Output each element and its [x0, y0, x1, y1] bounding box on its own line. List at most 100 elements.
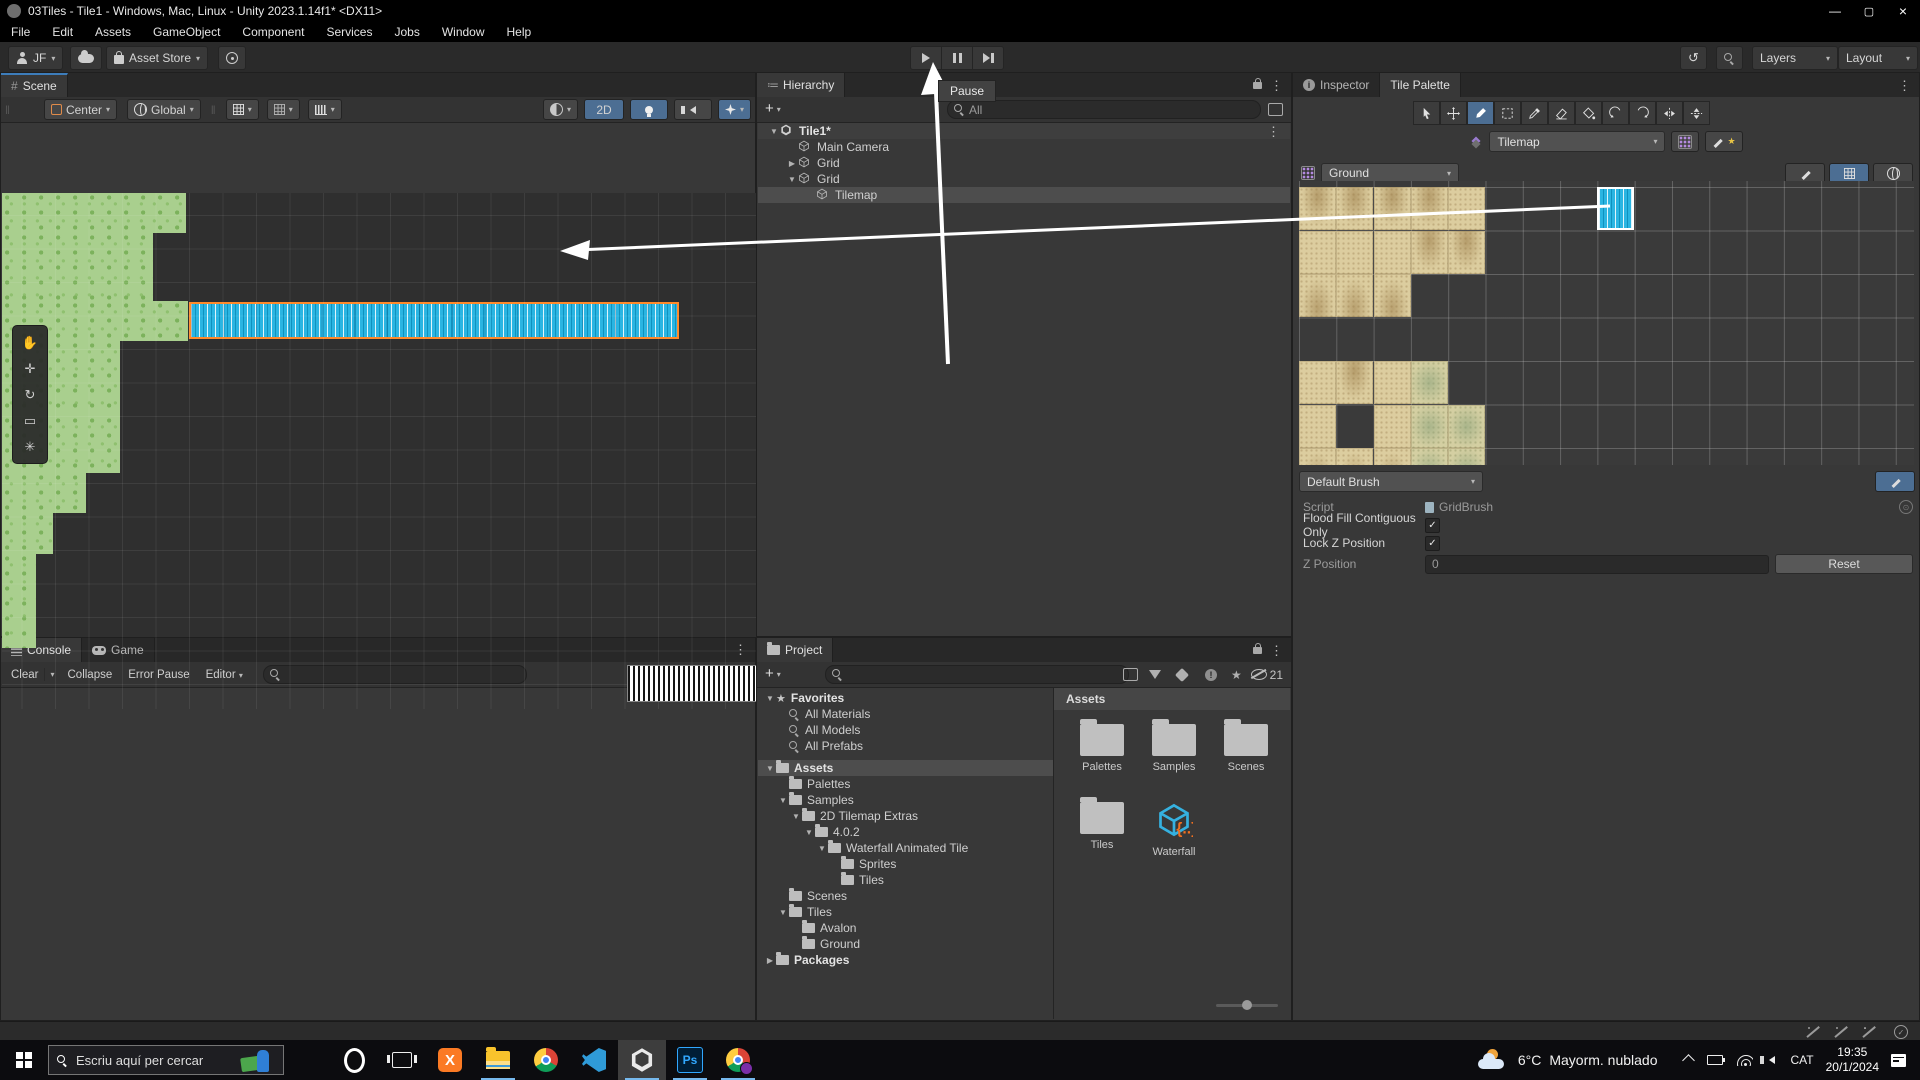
expand-window-icon[interactable]: [1123, 668, 1138, 681]
project-item-assets[interactable]: ▼Assets: [758, 760, 1053, 776]
step-button[interactable]: [972, 46, 1004, 70]
project-item-2d-tilemap-extras[interactable]: ▼2D Tilemap Extras: [758, 808, 1053, 824]
reset-button[interactable]: Reset: [1775, 554, 1913, 574]
palette-tile-sand[interactable]: [1299, 405, 1336, 448]
foldout-down-icon[interactable]: ▼: [786, 175, 798, 184]
asset-samples[interactable]: Samples: [1142, 724, 1206, 773]
object-picker-icon[interactable]: ⊙: [1899, 500, 1913, 514]
taskbar-app-chrome-profile[interactable]: [714, 1040, 762, 1080]
flood-fill-checkbox[interactable]: ✓: [1425, 518, 1440, 533]
foldout-down-icon[interactable]: ▼: [768, 127, 780, 136]
project-item-all-prefabs[interactable]: All Prefabs: [758, 738, 1053, 754]
tab-hierarchy[interactable]: ≔ Hierarchy: [757, 73, 845, 97]
lock-icon[interactable]: [1253, 647, 1262, 654]
taskbar-app-vscode[interactable]: [570, 1040, 618, 1080]
services-hub-button[interactable]: [218, 46, 246, 70]
foldout-down-icon[interactable]: ▼: [777, 796, 789, 805]
clear-dropdown[interactable]: ▾: [44, 668, 59, 681]
brush-tool-button[interactable]: [1467, 101, 1494, 125]
fill-tool-button[interactable]: [1575, 101, 1602, 125]
play-button[interactable]: [910, 46, 942, 70]
palette-tile-water[interactable]: [1597, 187, 1634, 230]
rect-tool-button[interactable]: ▭: [16, 408, 44, 433]
hierarchy-item-grid[interactable]: ▶Grid: [758, 155, 1290, 171]
rotate-tool-button[interactable]: ↻: [16, 382, 44, 407]
taskbar-app-opera[interactable]: [330, 1040, 378, 1080]
editor-dropdown[interactable]: Editor ▾: [198, 667, 251, 683]
undo-history-button[interactable]: ↺: [1680, 46, 1707, 70]
wifi-icon[interactable]: [1737, 1055, 1753, 1066]
console-menu-icon[interactable]: ⋮: [734, 643, 747, 656]
palette-tile-sand[interactable]: [1374, 274, 1411, 317]
scene-viewport[interactable]: ✋✛↻▭✳: [2, 193, 756, 709]
taskbar-app-xampp[interactable]: X: [426, 1040, 474, 1080]
palette-tile-sand[interactable]: [1336, 361, 1373, 404]
notification-center-icon[interactable]: [1891, 1054, 1906, 1067]
project-item-avalon[interactable]: Avalon: [758, 920, 1053, 936]
project-item-all-materials[interactable]: All Materials: [758, 706, 1053, 722]
hierarchy-item-tilemap[interactable]: Tilemap: [758, 187, 1290, 203]
palette-tile-sand[interactable]: [1374, 448, 1411, 465]
palette-tile-sand[interactable]: [1374, 187, 1411, 230]
custom-tool-button[interactable]: ✳: [16, 434, 44, 459]
hierarchy-search-input[interactable]: All: [947, 100, 1261, 119]
palette-tile-sand[interactable]: [1299, 274, 1336, 317]
weather-condition[interactable]: Mayorm. nublado: [1549, 1052, 1657, 1068]
effects-dropdown[interactable]: ▾: [718, 99, 751, 120]
project-item-4-0-2[interactable]: ▼4.0.2: [758, 824, 1053, 840]
palette-menu-icon[interactable]: ⋮: [1898, 79, 1911, 92]
label-icon[interactable]: [1175, 667, 1189, 681]
project-menu-icon[interactable]: ⋮: [1270, 644, 1283, 657]
rotate-cw-tool-button[interactable]: [1629, 101, 1656, 125]
move-tool-button[interactable]: [1440, 101, 1467, 125]
hand-tool-button[interactable]: ✋: [16, 330, 44, 355]
menu-assets[interactable]: Assets: [84, 25, 142, 39]
clock[interactable]: 19:35 20/1/2024: [1826, 1045, 1879, 1075]
orientation-dropdown[interactable]: Global▾: [127, 99, 201, 120]
menu-help[interactable]: Help: [496, 25, 543, 39]
weather-temp[interactable]: 6°C: [1518, 1052, 1542, 1068]
hierarchy-item-grid[interactable]: ▼Grid: [758, 171, 1290, 187]
asset-waterfall[interactable]: {..}Waterfall: [1142, 802, 1206, 858]
palette-tile-sand[interactable]: [1299, 231, 1336, 274]
foldout-down-icon[interactable]: ▼: [764, 764, 776, 773]
close-button[interactable]: ×: [1886, 0, 1920, 22]
box-select-tool-button[interactable]: [1494, 101, 1521, 125]
taskbar-app-photoshop[interactable]: Ps: [666, 1040, 714, 1080]
foldout-down-icon[interactable]: ▼: [816, 844, 828, 853]
add-object-dropdown[interactable]: ▾: [777, 105, 781, 114]
volume-icon[interactable]: [1769, 1056, 1775, 1064]
console-log-area[interactable]: [2, 688, 754, 1019]
foldout-down-icon[interactable]: ▼: [777, 908, 789, 917]
palette-tile-sand[interactable]: [1448, 448, 1485, 465]
language-indicator[interactable]: CAT: [1791, 1053, 1814, 1067]
hidden-count-toggle[interactable]: 21: [1251, 668, 1283, 682]
active-target-dropdown[interactable]: Tilemap▾: [1489, 131, 1665, 152]
palette-tile-sand[interactable]: [1411, 448, 1448, 465]
start-button[interactable]: [0, 1040, 48, 1080]
palette-tile-sand[interactable]: [1374, 231, 1411, 274]
taskbar-app-file-explorer[interactable]: [474, 1040, 522, 1080]
collapse-button[interactable]: Collapse: [60, 667, 121, 683]
tab-scene[interactable]: # Scene: [1, 73, 68, 97]
tab-project[interactable]: Project: [757, 638, 833, 662]
foldout-down-icon[interactable]: ▼: [764, 694, 776, 703]
menu-file[interactable]: File: [0, 25, 41, 39]
favorites-icon[interactable]: ★: [1231, 668, 1242, 682]
palette-tile-sand[interactable]: [1336, 187, 1373, 230]
flip-vertical-tool-button[interactable]: [1683, 101, 1710, 125]
flip-horizontal-tool-button[interactable]: [1656, 101, 1683, 125]
scene-menu-icon[interactable]: ⋮: [1267, 125, 1280, 138]
selected-water-tiles[interactable]: [189, 302, 679, 339]
error-pause-button[interactable]: Error Pause: [120, 667, 197, 683]
project-item-samples[interactable]: ▼Samples: [758, 792, 1053, 808]
brush-settings-button[interactable]: [1875, 471, 1915, 492]
palette-tile-sand[interactable]: [1299, 187, 1336, 230]
hierarchy-item-tile1[interactable]: ▼Tile1*⋮: [758, 123, 1290, 139]
project-search-input[interactable]: [825, 665, 1129, 684]
tile-palette-grid[interactable]: [1299, 181, 1914, 465]
2d-toggle[interactable]: 2D: [584, 99, 624, 120]
hierarchy-item-main-camera[interactable]: Main Camera: [758, 139, 1290, 155]
lock-icon[interactable]: [1253, 82, 1262, 89]
project-item-favorites[interactable]: ▼★Favorites: [758, 690, 1053, 706]
